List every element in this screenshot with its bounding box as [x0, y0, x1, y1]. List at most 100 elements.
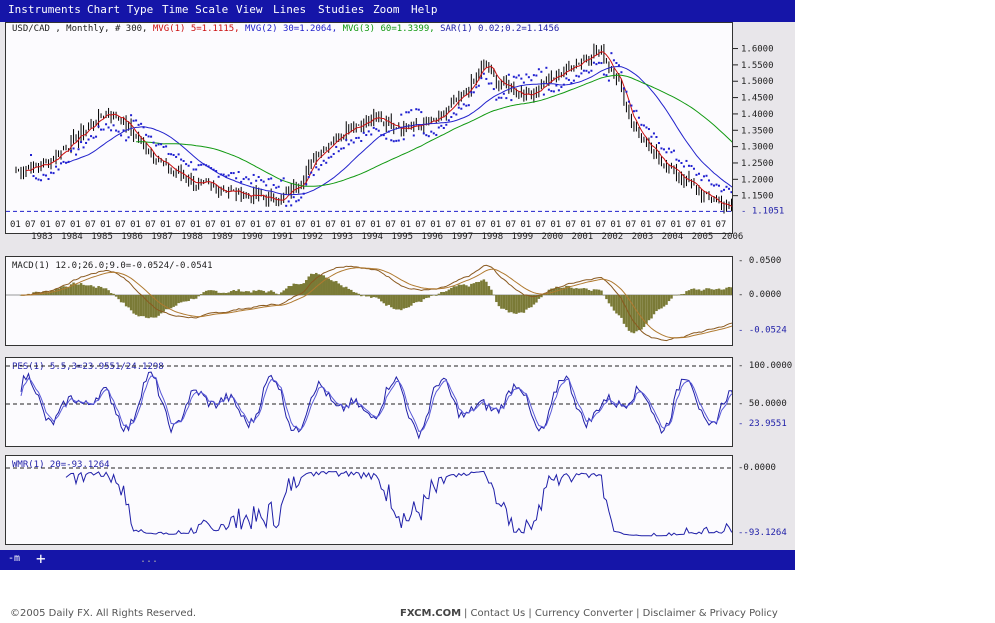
year-tick-label: 1983: [31, 232, 53, 242]
year-tick-label: 1984: [61, 232, 83, 242]
month-tick-label: 07: [295, 220, 306, 230]
month-tick-label: 01: [160, 220, 171, 230]
month-tick-label: 01: [490, 220, 501, 230]
menu-instruments[interactable]: Instruments: [8, 3, 81, 16]
year-tick-label: 2003: [632, 232, 654, 242]
year-tick-label: 2002: [602, 232, 624, 242]
year-tick-label: 2004: [662, 232, 684, 242]
month-tick-label: 01: [670, 220, 681, 230]
price-tick-label: 1.2000: [741, 175, 774, 185]
year-tick-label: 1989: [211, 232, 233, 242]
month-tick-label: 07: [415, 220, 426, 230]
menu-studies[interactable]: Studies: [318, 3, 364, 16]
menu-chart-type[interactable]: Chart Type: [87, 3, 153, 16]
year-tick-label: 1996: [421, 232, 443, 242]
year-tick-label: 1998: [481, 232, 503, 242]
menu-lines[interactable]: Lines: [273, 3, 306, 16]
year-tick-label: 1987: [151, 232, 173, 242]
footer-links[interactable]: | Contact Us | Currency Converter | Disc…: [464, 608, 778, 619]
price-tick-label: 1.5500: [741, 61, 774, 71]
month-tick-label: 01: [10, 220, 21, 230]
month-tick-label: 07: [505, 220, 516, 230]
macd-axis-label: - 0.0500: [738, 256, 781, 266]
month-tick-label: 01: [580, 220, 591, 230]
month-tick-label: 07: [475, 220, 486, 230]
chart-area: USD/CAD , Monthly, # 300, MVG(1) 5=1.111…: [0, 22, 795, 550]
crosshair-tool-icon[interactable]: +: [36, 549, 46, 568]
status-dots: ...: [140, 554, 159, 565]
month-tick-label: 01: [460, 220, 471, 230]
wmr-axis-label: -0.0000: [738, 463, 776, 473]
price-tick-label: 1.2500: [741, 159, 774, 169]
month-tick-label: 01: [400, 220, 411, 230]
month-tick-label: 07: [595, 220, 606, 230]
year-tick-label: 1990: [241, 232, 263, 242]
year-tick-label: 1985: [91, 232, 113, 242]
month-tick-label: 07: [25, 220, 36, 230]
month-tick-label: 01: [430, 220, 441, 230]
month-tick-label: 07: [385, 220, 396, 230]
year-tick-label: 1986: [121, 232, 143, 242]
month-tick-label: 07: [145, 220, 156, 230]
month-tick-label: 01: [640, 220, 651, 230]
copyright-text: ©2005 Daily FX. All Rights Reserved.: [10, 608, 197, 619]
month-tick-label: 07: [235, 220, 246, 230]
month-tick-label: 01: [130, 220, 141, 230]
price-tick-label: 1.3000: [741, 143, 774, 153]
month-tick-label: 01: [700, 220, 711, 230]
month-tick-label: 01: [340, 220, 351, 230]
year-tick-label: 2006: [722, 232, 744, 242]
month-tick-label: 01: [100, 220, 111, 230]
month-tick-label: 01: [610, 220, 621, 230]
month-tick-label: 07: [325, 220, 336, 230]
year-tick-label: 2000: [542, 232, 564, 242]
menu-bar: Instruments Chart Type Time Scale View Lines…: [0, 0, 795, 22]
price-tick-label: 1.5000: [741, 77, 774, 87]
fxcm-link[interactable]: FXCM.COM: [400, 608, 461, 619]
month-tick-label: 01: [310, 220, 321, 230]
year-tick-label: 2005: [692, 232, 714, 242]
month-tick-label: 01: [520, 220, 531, 230]
month-tick-label: 01: [280, 220, 291, 230]
macd-axis-label: - -0.0524: [738, 326, 787, 336]
menu-zoom[interactable]: Zoom: [373, 3, 400, 16]
current-price-label: - 1.1051: [741, 206, 784, 216]
month-tick-label: 07: [625, 220, 636, 230]
year-tick-label: 1997: [451, 232, 473, 242]
month-tick-label: 01: [190, 220, 201, 230]
month-tick-label: 07: [85, 220, 96, 230]
month-tick-label: 01: [370, 220, 381, 230]
pes-axis-label: - 100.0000: [738, 361, 792, 371]
year-tick-label: 1995: [391, 232, 413, 242]
month-tick-label: 07: [355, 220, 366, 230]
year-tick-label: 1999: [511, 232, 533, 242]
month-tick-label: 07: [175, 220, 186, 230]
macd-axis-label: - 0.0000: [738, 290, 781, 300]
price-tick-label: 1.1500: [741, 192, 774, 202]
month-tick-label: 07: [265, 220, 276, 230]
year-tick-label: 1988: [181, 232, 203, 242]
month-tick-label: 07: [655, 220, 666, 230]
month-tick-label: 07: [565, 220, 576, 230]
price-tick-label: 1.4000: [741, 110, 774, 120]
cursor-tool-button[interactable]: -m: [8, 553, 20, 564]
month-tick-label: 01: [70, 220, 81, 230]
year-tick-label: 1994: [361, 232, 383, 242]
month-tick-label: 07: [55, 220, 66, 230]
month-tick-label: 01: [220, 220, 231, 230]
pes-axis-label: - 50.0000: [738, 399, 787, 409]
menu-view[interactable]: View: [236, 3, 263, 16]
menu-time-scale[interactable]: Time Scale: [162, 3, 228, 16]
chart-axes: 1.6000 1.5500 1.5000 1.4500 1.4000 1.3500 1.30…: [10, 45, 792, 539]
year-tick-label: 1992: [301, 232, 323, 242]
pes-axis-label: - 23.9551: [738, 419, 787, 429]
month-tick-label: 01: [250, 220, 261, 230]
month-tick-label: 07: [205, 220, 216, 230]
menu-help[interactable]: Help: [411, 3, 438, 16]
month-tick-label: 07: [715, 220, 726, 230]
month-tick-label: 07: [115, 220, 126, 230]
month-tick-label: 07: [445, 220, 456, 230]
footer: ©2005 Daily FX. All Rights Reserved. FXC…: [0, 604, 995, 623]
wmr-axis-label: --93.1264: [738, 528, 787, 538]
price-tick-label: 1.4500: [741, 94, 774, 104]
